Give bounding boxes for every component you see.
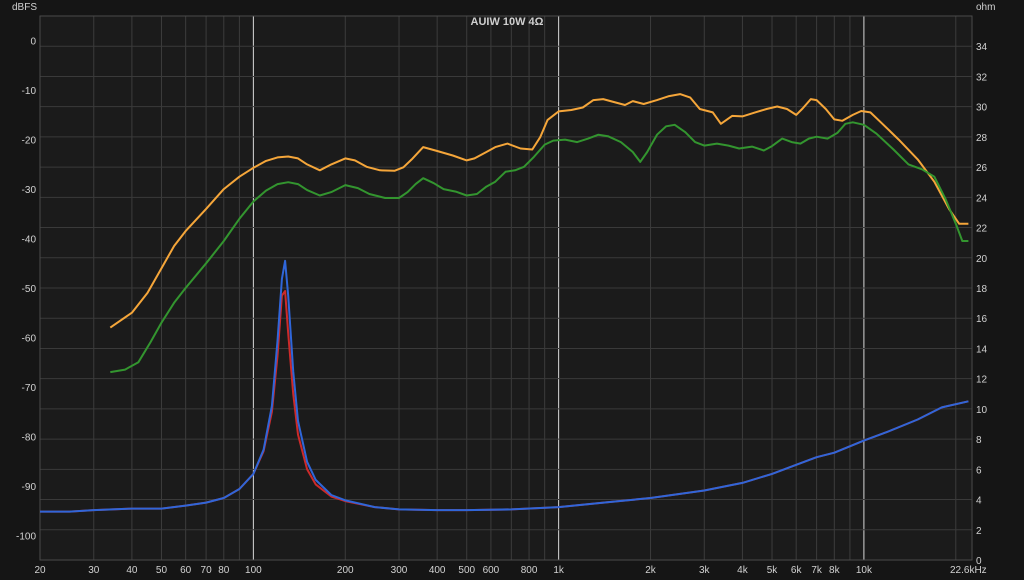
y2-tick-label: 28 bbox=[976, 133, 988, 144]
y-tick-label: -80 bbox=[22, 432, 37, 443]
y2-tick-label: 34 bbox=[976, 42, 988, 53]
y-tick-label: -100 bbox=[16, 531, 36, 542]
y2-tick-label: 32 bbox=[976, 72, 988, 83]
y2-tick-label: 30 bbox=[976, 103, 988, 114]
x-tick-label: 800 bbox=[521, 565, 538, 576]
x-tick-label: 8k bbox=[829, 565, 841, 576]
y-axis-label: dBFS bbox=[12, 2, 37, 13]
y-tick-label: -70 bbox=[22, 383, 37, 394]
y-tick-label: -40 bbox=[22, 235, 37, 246]
x-tick-label: 400 bbox=[429, 565, 446, 576]
y2-tick-label: 6 bbox=[976, 465, 982, 476]
y2-tick-label: 8 bbox=[976, 435, 982, 446]
y2-tick-label: 22 bbox=[976, 224, 988, 235]
y-tick-label: -60 bbox=[22, 333, 37, 344]
y2-tick-label: 18 bbox=[976, 284, 988, 295]
x-tick-label: 50 bbox=[156, 565, 168, 576]
x-tick-label: 70 bbox=[201, 565, 213, 576]
y2-tick-label: 10 bbox=[976, 405, 988, 416]
frequency-response-chart: 20 30 40 50 60 70 80 100 200 300 400 500 600 800 1k 2k 3… bbox=[0, 0, 1024, 580]
y2-tick-label: 14 bbox=[976, 344, 988, 355]
x-tick-label: 500 bbox=[458, 565, 475, 576]
y-tick-label: -20 bbox=[22, 136, 37, 147]
x-tick-label: 20 bbox=[34, 565, 46, 576]
y2-tick-label: 4 bbox=[976, 496, 982, 507]
y-tick-label: -30 bbox=[22, 185, 37, 196]
x-tick-label: 6k bbox=[791, 565, 803, 576]
x-tick-label: 40 bbox=[126, 565, 138, 576]
x-tick-label: 300 bbox=[391, 565, 408, 576]
y2-tick-label: 20 bbox=[976, 254, 988, 265]
x-tick-label: 1k bbox=[553, 565, 565, 576]
x-tick-label: 5k bbox=[767, 565, 779, 576]
x-tick-label: 10k bbox=[856, 565, 873, 576]
y2-axis-label: ohm bbox=[976, 2, 995, 13]
y2-tick-label: 2 bbox=[976, 526, 982, 537]
y-tick-label: -50 bbox=[22, 284, 37, 295]
x-tick-label: 80 bbox=[218, 565, 230, 576]
x-tick-label: 7k bbox=[811, 565, 823, 576]
x-tick-label: 60 bbox=[180, 565, 192, 576]
y-tick-label: -90 bbox=[22, 482, 37, 493]
x-tick-label: 4k bbox=[737, 565, 749, 576]
x-tick-label: 2k bbox=[645, 565, 657, 576]
y-tick-label: 0 bbox=[30, 37, 36, 48]
x-tick-label: 3k bbox=[699, 565, 711, 576]
y-tick-label: -10 bbox=[22, 86, 37, 97]
x-tick-label: 100 bbox=[245, 565, 262, 576]
y2-tick-label: 24 bbox=[976, 193, 988, 204]
x-tick-label: 30 bbox=[88, 565, 100, 576]
y2-tick-label: 26 bbox=[976, 163, 988, 174]
y2-tick-label: 0 bbox=[976, 556, 982, 567]
y2-tick-label: 16 bbox=[976, 314, 988, 325]
x-tick-label: 600 bbox=[483, 565, 500, 576]
x-tick-label: 200 bbox=[337, 565, 354, 576]
y2-tick-label: 12 bbox=[976, 375, 988, 386]
chart-title: AUIW 10W 4Ω bbox=[471, 16, 544, 28]
